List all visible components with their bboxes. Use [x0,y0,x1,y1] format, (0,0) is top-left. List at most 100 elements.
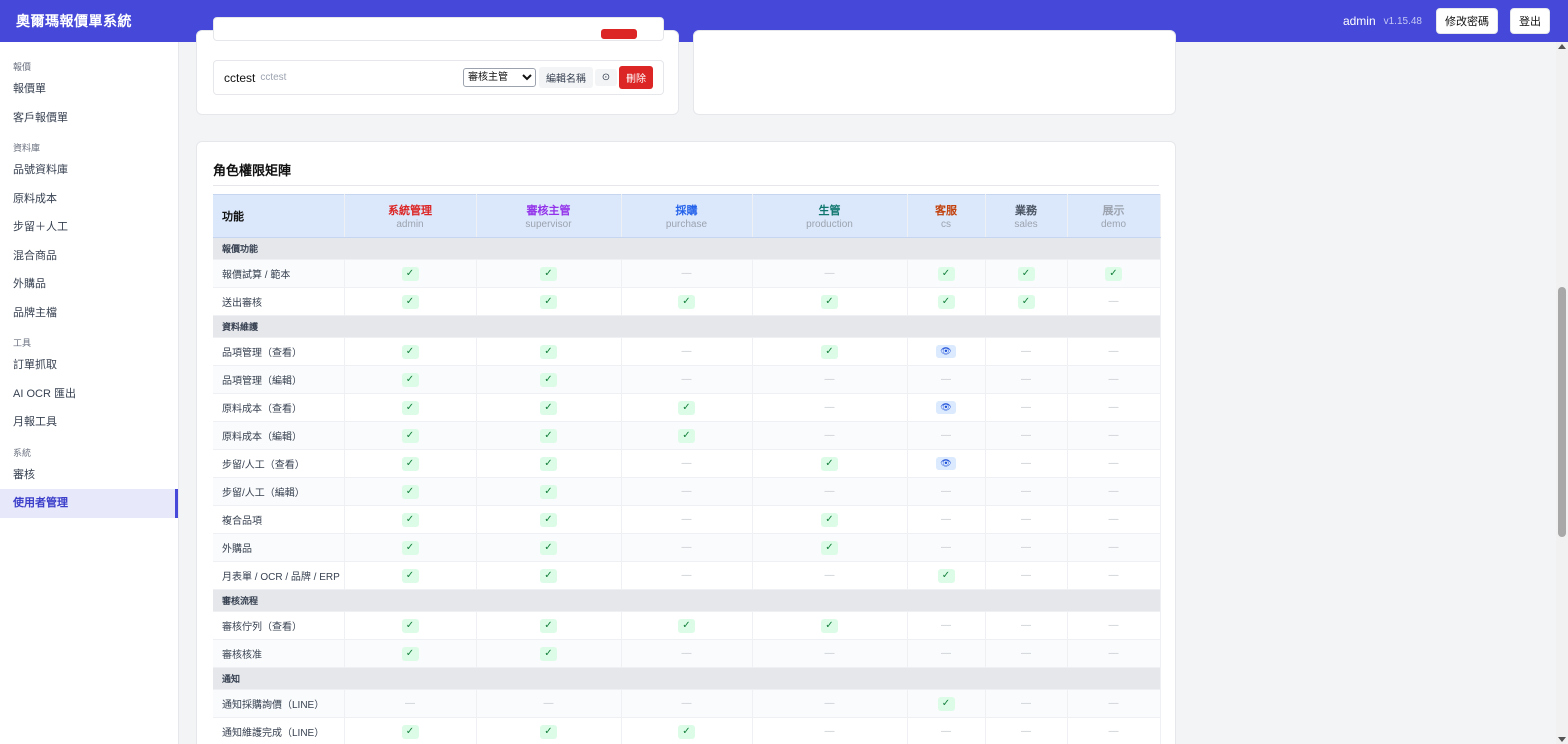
sidebar-item[interactable]: 報價單 [0,75,178,104]
permission-cell: — [1067,717,1161,744]
permission-cell: ✓ [476,259,622,288]
permission-cell: ✓ [476,533,622,562]
dash-icon: — [941,648,951,659]
permission-matrix-table: 功能 系統管理 admin 審核主管 supervisor 採購 purchase 生管 pro… [213,194,1161,744]
dash-icon: — [1021,458,1031,469]
dash-icon: — [543,698,554,709]
sidebar-item[interactable]: 混合商品 [0,242,178,271]
permission-row: 審核核准 ✓ ✓ — — — — — [213,639,1161,668]
sidebar-section-label: 系統 [13,447,32,458]
permission-cell: — [1067,393,1161,422]
feature-label: 步留/人工（編輯） [213,477,345,506]
check-icon: ✓ [540,618,557,633]
feature-label: 複合品項 [213,505,345,534]
dash-icon: — [1021,648,1031,659]
dash-icon: — [941,620,951,631]
check-icon: ✓ [678,294,695,309]
scroll-down-icon[interactable] [1558,737,1566,742]
check-icon: ✓ [937,696,955,711]
check-icon: ✓ [1105,266,1122,281]
permission-cell: ✓ [476,477,622,506]
permission-cell: ✓ [476,287,622,316]
permission-row: 送出審核 ✓ ✓ ✓ ✓ ✓ ✓ — [213,287,1161,316]
permission-cell: ✓ [1067,259,1161,288]
permission-cell: — [1067,533,1161,562]
dash-icon: — [1021,570,1031,581]
dash-icon: — [1108,458,1119,469]
permission-cell: ✓ [476,611,622,640]
feature-label: 月表單 / OCR / 品牌 / ERP [213,561,345,590]
dash-icon: — [1021,726,1031,737]
dash-icon: — [1108,430,1119,441]
check-icon: ✓ [401,344,419,359]
permission-cell: ✓ [476,717,622,744]
permission-cell: ✓ [621,421,753,450]
dash-icon: — [824,570,835,581]
permission-row: 通知採購詢價（LINE） — — — — ✓ — — [213,689,1161,718]
matrix-title: 角色權限矩陣 [213,163,292,178]
dash-icon: — [1021,698,1031,709]
permission-cell: ✓ [907,287,986,316]
check-icon: ✓ [401,484,419,499]
sidebar-item[interactable]: 月報工具 [0,408,178,437]
clock-icon[interactable]: ⊙ [595,69,617,86]
eye-icon: 👁 [936,401,956,414]
permission-cell: ✓ [621,717,753,744]
permission-cell: ✓ [621,287,753,316]
permission-cell: — [1067,477,1161,506]
check-icon: ✓ [401,618,419,633]
role-code: admin [396,219,424,230]
dash-icon: — [681,542,692,553]
sidebar-item[interactable]: 品牌主檔 [0,299,178,328]
permission-cell: — [621,561,753,590]
user-name: cctest [224,70,256,85]
permission-cell: ✓ [907,561,986,590]
role-column-header: 系統管理 admin [344,194,477,238]
permission-cell: 👁 [907,393,986,422]
role-code: supervisor [525,219,572,230]
dash-icon: — [1021,374,1031,385]
role-name: 業務 [1015,205,1037,217]
dash-icon: — [1108,514,1119,525]
permission-cell: — [752,689,908,718]
dash-icon: — [1108,648,1119,659]
delete-button[interactable] [601,29,637,39]
scrollbar-thumb[interactable] [1558,287,1566,537]
feature-label: 步留/人工（查看） [213,449,345,478]
rename-button[interactable]: 編輯名稱 [539,67,593,88]
sidebar-item[interactable]: 步留＋人工 [0,213,178,242]
sidebar-item[interactable]: 審核 [0,461,178,490]
check-icon: ✓ [1017,266,1035,281]
permission-cell: ✓ [985,259,1068,288]
logout-button[interactable]: 登出 [1510,8,1550,34]
delete-button[interactable]: 刪除 [619,66,653,89]
role-column-header: 客服 cs [907,194,986,238]
sidebar-item[interactable]: 客戶報價單 [0,104,178,133]
sidebar-item[interactable]: 外購品 [0,270,178,299]
sidebar-item[interactable]: 訂單抓取 [0,351,178,380]
permission-cell: — [985,717,1068,744]
scroll-up-icon[interactable] [1558,44,1566,49]
role-select[interactable]: 審核主管 [463,68,536,87]
sidebar-item[interactable]: 原料成本 [0,185,178,214]
check-icon: ✓ [540,456,557,471]
dash-icon: — [824,374,835,385]
sidebar-item[interactable]: 品號資料庫 [0,156,178,185]
permission-cell: — [752,259,908,288]
permission-cell: — [752,421,908,450]
permission-cell: — [985,533,1068,562]
version-label: v1.15.48 [1383,15,1422,27]
sidebar-item[interactable]: 使用者管理 [0,489,178,518]
permission-cell: ✓ [476,449,622,478]
change-password-button[interactable]: 修改密碼 [1436,8,1498,34]
dash-icon: — [1108,542,1119,553]
page-scrollbar[interactable] [1556,42,1568,744]
permission-cell: — [985,639,1068,668]
category-label: 報價功能 [213,237,1161,260]
sidebar-item[interactable]: AI OCR 匯出 [0,380,178,409]
sidebar-section-label: 工具 [13,338,32,348]
permission-cell: — [621,639,753,668]
feature-label: 通知維護完成（LINE） [213,717,345,744]
permission-cell: ✓ [985,287,1068,316]
permission-cell: ✓ [344,337,477,366]
